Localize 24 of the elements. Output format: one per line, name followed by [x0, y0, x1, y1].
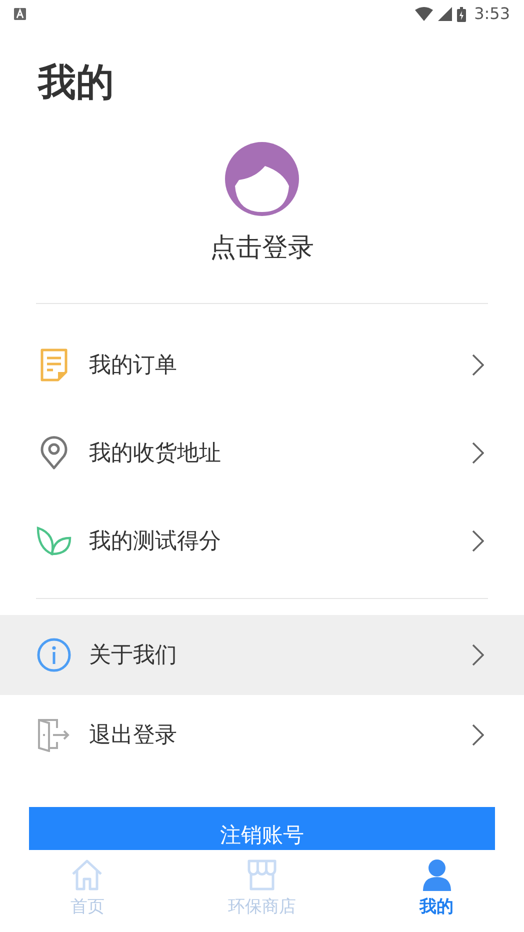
cancel-account-button[interactable]: 注销账号: [29, 807, 495, 851]
chevron-right-icon: [472, 644, 484, 666]
notification-icon: [14, 8, 26, 20]
leaves-icon: [36, 526, 72, 556]
home-icon: [70, 859, 104, 891]
page-title: 我的: [38, 59, 114, 106]
status-time: 3:53: [474, 3, 510, 25]
avatar-icon[interactable]: [225, 142, 299, 216]
menu-item[interactable]: 关于我们: [0, 615, 524, 695]
storefront-icon: [246, 859, 278, 891]
info-icon: [37, 638, 71, 672]
exit-door-icon: [37, 718, 71, 752]
location-pin-icon: [39, 436, 69, 470]
chevron-right-icon: [472, 724, 484, 746]
signal-icon: [438, 7, 452, 21]
chevron-right-icon: [472, 354, 484, 376]
battery-icon: [457, 6, 466, 22]
chevron-right-icon: [472, 442, 484, 464]
wifi-icon: [415, 7, 434, 21]
person-icon: [422, 859, 452, 891]
tab[interactable]: 我的: [349, 850, 524, 932]
document-icon: [39, 348, 69, 382]
chevron-right-icon: [472, 530, 484, 552]
login-link[interactable]: 点击登录: [210, 230, 314, 266]
